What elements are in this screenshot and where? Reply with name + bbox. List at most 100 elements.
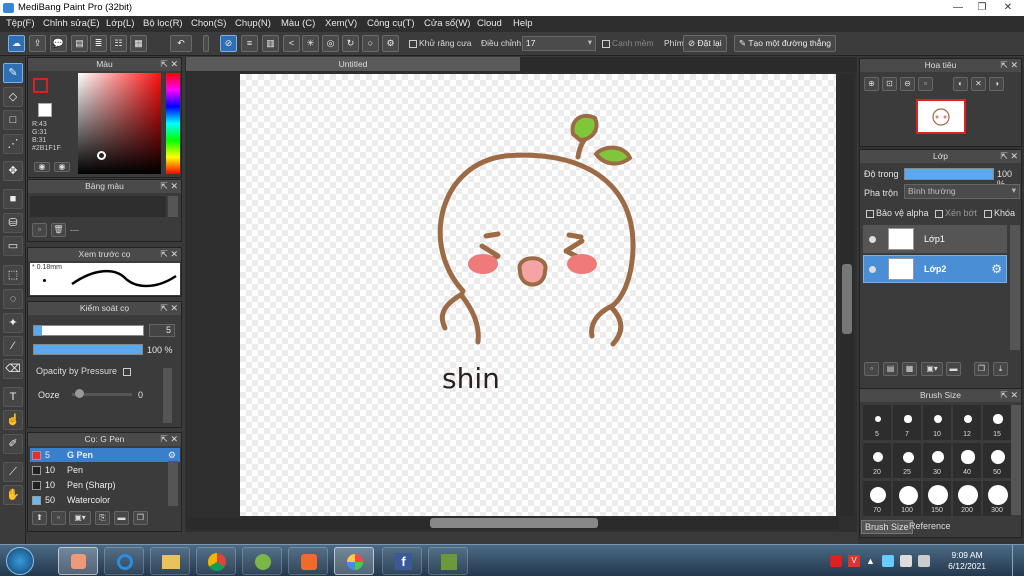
menu-snap[interactable]: Chụp(N) — [235, 18, 271, 29]
ellipse-snap-icon[interactable]: ○ — [362, 35, 379, 52]
vanishing-snap-icon[interactable]: < — [283, 35, 300, 52]
rotate-icon[interactable]: ◐ — [953, 77, 968, 91]
palette-swatch-area[interactable] — [30, 196, 166, 217]
tab-untitled[interactable]: Untitled — [186, 57, 520, 71]
eraser-tool-icon[interactable]: ◇ — [3, 87, 23, 107]
taskbar-app-facebook[interactable]: f — [382, 547, 422, 575]
brush-tool-icon[interactable]: ✎ — [3, 63, 23, 83]
brush-size-option[interactable]: 200 — [952, 480, 982, 517]
brush-opacity-slider[interactable] — [33, 344, 143, 355]
close-icon[interactable]: ⇱ ✕ — [160, 248, 178, 261]
brush-item-pen[interactable]: 10 Pen — [30, 463, 180, 477]
reset-rotate-icon[interactable]: ◑ — [989, 77, 1004, 91]
network-tray-icon[interactable] — [882, 555, 894, 567]
duplicate-icon[interactable]: ❐ — [133, 511, 148, 525]
layer-menu-icon[interactable]: ▣▾ — [921, 362, 943, 376]
new-halftone-layer-icon[interactable]: ▤ — [883, 362, 898, 376]
brush-size-option[interactable]: 100 — [892, 480, 922, 517]
close-icon[interactable]: ⇱ ✕ — [160, 302, 178, 315]
brush-size-option[interactable]: 30 — [922, 442, 952, 479]
lasso-tool-icon[interactable]: ◌ — [3, 289, 23, 309]
brush-size-option[interactable]: 25 — [892, 442, 922, 479]
select-tool-icon[interactable]: ⬚ — [3, 265, 23, 285]
dropper-tool-icon[interactable]: ✐ — [3, 434, 23, 454]
duplicate-layer-icon[interactable]: ❐ — [974, 362, 989, 376]
menu-cloud[interactable]: Cloud — [477, 18, 502, 29]
new-8bit-layer-icon[interactable]: ▦ — [902, 362, 917, 376]
vertical-scrollbar[interactable] — [840, 74, 854, 516]
settings-gear-icon[interactable]: ⚙ — [382, 35, 399, 52]
operation-tool-icon[interactable]: ☝ — [3, 410, 23, 430]
curve-snap-icon[interactable]: ↻ — [342, 35, 359, 52]
brush-menu-icon[interactable]: ▣▾ — [69, 511, 91, 525]
taskbar-app-game[interactable] — [428, 547, 468, 575]
taskbar-app-ie[interactable] — [104, 547, 144, 575]
brush-add-icon[interactable]: ⬆ — [32, 511, 47, 525]
menu-select[interactable]: Chọn(S) — [191, 18, 226, 29]
close-button[interactable]: ✕ — [996, 0, 1020, 16]
fit-icon[interactable]: ⊡ — [882, 77, 897, 91]
brush-size-value[interactable]: 5 — [149, 324, 175, 337]
system-clock[interactable]: 9:09 AM 6/12/2021 — [948, 550, 986, 572]
visibility-eye-icon[interactable] — [869, 236, 876, 243]
new-brush-icon[interactable]: ▫ — [51, 511, 66, 525]
folder-icon[interactable]: ▬ — [114, 511, 129, 525]
undo-icon[interactable]: ↶ — [170, 35, 192, 52]
cloud-icon[interactable]: ☁ — [8, 35, 25, 52]
grid-icon[interactable]: ▦ — [130, 35, 147, 52]
comment-icon[interactable]: 💬 — [50, 35, 67, 52]
eyedropper-icon[interactable]: ⟋ — [3, 462, 23, 482]
ooze-slider-thumb[interactable] — [75, 389, 84, 398]
soft-edge-checkbox[interactable]: Cạnh mềm — [602, 38, 654, 48]
menu-file[interactable]: Tệp(F) — [6, 18, 35, 29]
menu-filter[interactable]: Bộ lọc(R) — [143, 18, 183, 29]
text-tool-icon[interactable]: T — [3, 387, 23, 407]
saturation-value-picker[interactable] — [78, 73, 161, 174]
eyedrop-color-icon[interactable]: ◉ — [54, 162, 70, 172]
opacity-by-pressure-checkbox[interactable]: Opacity by Pressure — [36, 366, 133, 376]
brush-item-g-pen[interactable]: 5 G Pen ⚙ — [30, 448, 180, 462]
foreground-color-swatch[interactable] — [33, 78, 48, 93]
minimize-button[interactable]: — — [946, 0, 970, 16]
circle-snap-icon[interactable]: ◎ — [322, 35, 339, 52]
radial-snap-icon[interactable]: ✳ — [302, 35, 319, 52]
flag-tray-icon[interactable] — [900, 555, 912, 567]
brush-size-option[interactable]: 150 — [922, 480, 952, 517]
merge-layer-icon[interactable]: ⤓ — [993, 362, 1008, 376]
flip-icon[interactable]: ✕ — [971, 77, 986, 91]
taskbar-app-paint[interactable] — [58, 547, 98, 575]
gradient-tool-icon[interactable]: ▭ — [3, 236, 23, 256]
drawing-canvas[interactable]: shin — [240, 74, 836, 516]
navigator-thumbnail[interactable] — [916, 99, 966, 134]
bucket-tool-icon[interactable]: ⛁ — [3, 213, 23, 233]
gear-icon[interactable]: ⚙ — [168, 448, 176, 462]
hue-slider[interactable] — [166, 73, 180, 174]
brush-copy-icon[interactable]: ⎘ — [95, 511, 110, 525]
zoom-in-icon[interactable]: ⊕ — [864, 77, 879, 91]
antialias-checkbox[interactable]: Khử răng cưa — [409, 38, 472, 48]
brush-size-option[interactable]: 7 — [892, 404, 922, 441]
close-icon[interactable]: ⇱ ✕ — [160, 433, 178, 446]
close-icon[interactable]: ⇱ ✕ — [1000, 150, 1018, 163]
brush-size-option[interactable]: 10 — [922, 404, 952, 441]
brush-size-option[interactable]: 5 — [862, 404, 892, 441]
brush-size-slider[interactable] — [33, 325, 144, 336]
move-tool-icon[interactable]: ✥ — [3, 161, 23, 181]
trash-icon[interactable]: 🗑 — [51, 223, 66, 237]
taskbar-app-media[interactable] — [288, 547, 328, 575]
palette-scrollbar[interactable] — [168, 196, 178, 217]
chevron-up-icon[interactable]: ▲ — [866, 556, 875, 566]
horizontal-scrollbar[interactable] — [187, 517, 839, 529]
parallel-snap-icon[interactable]: ≡ — [241, 35, 258, 52]
brush-list-scrollbar[interactable] — [168, 461, 178, 506]
layer-scrollbar[interactable] — [1010, 225, 1020, 350]
menu-help[interactable]: Help — [513, 18, 533, 29]
brush-size-option[interactable]: 50 — [982, 442, 1012, 479]
actual-size-icon[interactable]: ▫ — [918, 77, 933, 91]
layer-item-lop2[interactable]: Lớp2 ⚙ — [863, 255, 1007, 283]
share-icon[interactable]: ⇪ — [29, 35, 46, 52]
brush-control-scrollbar[interactable] — [163, 368, 172, 423]
list-icon[interactable]: ☷ — [110, 35, 127, 52]
brush-item-pen-sharp[interactable]: 10 Pen (Sharp) — [30, 478, 180, 492]
taskbar-app-active[interactable] — [334, 547, 374, 575]
